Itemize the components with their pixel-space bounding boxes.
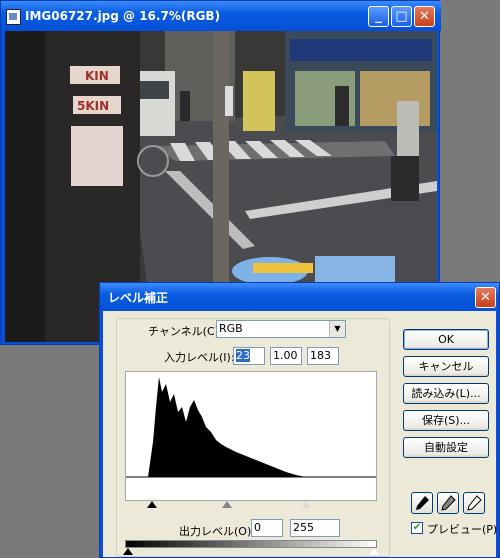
eyedropper-white-icon — [467, 495, 482, 511]
input-black-field[interactable]: 23 — [233, 347, 265, 365]
dialog-close-button[interactable]: ✕ — [475, 287, 496, 308]
save-button[interactable]: 保存(S)... — [403, 410, 489, 431]
input-levels-label: 入力レベル(I): — [164, 351, 235, 364]
output-white-handle[interactable] — [369, 548, 379, 555]
image-window-titlebar[interactable]: IMG06727.jpg @ 16.7%(RGB) _ □ ✕ — [1, 1, 441, 31]
input-white-field[interactable]: 183 — [307, 347, 339, 365]
gray-eyedropper-button[interactable] — [437, 492, 459, 514]
output-gradient — [125, 540, 377, 548]
levels-dialog-title: レベル補正 — [108, 291, 169, 305]
channel-select[interactable]: RGB ▼ — [216, 320, 346, 338]
eyedropper-gray-icon — [441, 495, 456, 511]
black-eyedropper-button[interactable] — [411, 492, 433, 514]
chevron-down-icon[interactable]: ▼ — [329, 321, 345, 337]
levels-dialog-body: チャンネル(C): RGB ▼ 入力レベル(I): 23 1.00 183 出力… — [103, 311, 498, 557]
image-window-title: IMG06727.jpg @ 16.7%(RGB) — [25, 9, 221, 23]
preview-checkbox[interactable]: ✔ — [411, 522, 423, 534]
levels-dialog: レベル補正 ✕ チャンネル(C): RGB ▼ 入力レベル(I): 23 1.0… — [99, 282, 500, 558]
output-white-field[interactable]: 255 — [290, 519, 340, 537]
output-black-field[interactable]: 0 — [251, 519, 283, 537]
input-slider[interactable] — [125, 501, 377, 511]
levels-dialog-titlebar[interactable]: レベル補正 ✕ — [100, 283, 499, 311]
ok-button[interactable]: OK — [403, 329, 489, 350]
input-white-handle[interactable] — [301, 501, 311, 508]
minimize-button[interactable]: _ — [368, 6, 389, 27]
input-gamma-field[interactable]: 1.00 — [270, 347, 302, 365]
histogram — [126, 377, 376, 478]
output-levels-label: 出力レベル(O): — [179, 525, 255, 538]
histogram-panel — [125, 371, 377, 501]
document-icon — [6, 9, 21, 25]
close-button[interactable]: ✕ — [414, 6, 435, 27]
channel-value: RGB — [219, 322, 243, 335]
input-gamma-handle[interactable] — [222, 501, 232, 508]
eyedropper-black-icon — [416, 496, 429, 510]
cancel-button[interactable]: キャンセル — [403, 356, 489, 377]
load-button[interactable]: 読み込み(L)... — [403, 383, 489, 404]
input-black-handle[interactable] — [147, 501, 157, 508]
auto-button[interactable]: 自動設定 — [403, 437, 489, 458]
sign-5kin: 5KIN — [77, 99, 109, 113]
channel-label: チャンネル(C): — [148, 325, 223, 338]
maximize-button[interactable]: □ — [391, 6, 412, 27]
output-black-handle[interactable] — [123, 548, 133, 555]
sign-kin: KIN — [85, 69, 109, 83]
input-black-value: 23 — [236, 349, 250, 362]
preview-label: プレビュー(P) — [427, 523, 498, 536]
white-eyedropper-button[interactable] — [463, 492, 485, 514]
